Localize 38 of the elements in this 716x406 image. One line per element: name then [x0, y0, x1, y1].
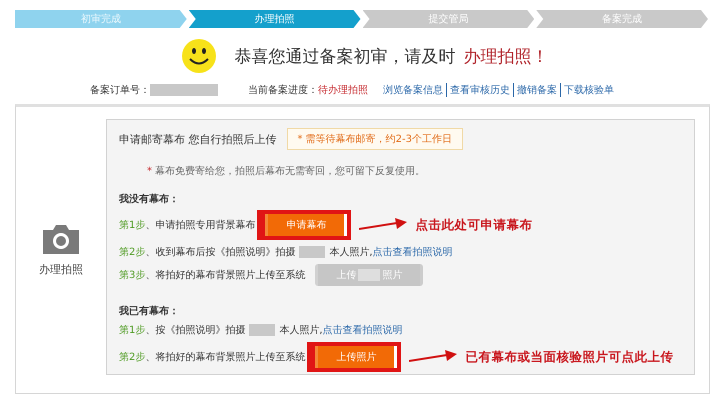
- action-link[interactable]: 撤销备案: [514, 83, 561, 97]
- order-label: 备案订单号：: [90, 84, 150, 97]
- upload-button[interactable]: 申请幕布: [265, 214, 348, 236]
- step-number: 第2步: [119, 246, 146, 259]
- panel-title: 申请邮寄幕布 您自行拍照后上传: [119, 132, 276, 146]
- step-text: 、按《拍照说明》拍摄: [145, 324, 246, 337]
- step-text: 、申请拍照专用背景幕布: [145, 218, 256, 232]
- step-number: 第2步: [119, 350, 146, 364]
- action-link[interactable]: 下载核验单: [561, 83, 617, 97]
- callout-text: 点击此处可申请幕布: [415, 216, 532, 234]
- step-number: 第1步: [119, 218, 146, 232]
- arrow-icon: [359, 218, 408, 232]
- step-number: 第1步: [119, 324, 146, 337]
- step-text: 、收到幕布后按《拍照说明》拍摄: [145, 246, 296, 259]
- step-text: 本人照片,: [329, 246, 373, 259]
- notice: * 需等待幕布邮寄，约2-3个工作日: [286, 128, 464, 150]
- progress-value: 待办理拍照: [318, 84, 368, 97]
- step-text: 、将拍好的幕布背景照片上传至系统: [145, 268, 306, 282]
- progress-step: 初审完成: [15, 10, 187, 28]
- upload-button[interactable]: 上传照片: [315, 346, 398, 368]
- headline: 恭喜您通过备案初审，请及时 办理拍照！: [234, 46, 548, 68]
- action-link[interactable]: 查看审核历史: [447, 83, 514, 97]
- callout-text: 已有幕布或当面核验照片可点此上传: [465, 348, 674, 366]
- progress-step: 办理拍照: [188, 10, 360, 28]
- progress-label: 当前备案进度：: [248, 84, 318, 97]
- instructions-link[interactable]: 点击查看拍照说明: [372, 245, 453, 259]
- section-heading: 我已有幕布：: [119, 304, 180, 318]
- note-mark: *: [147, 166, 152, 177]
- note-text: 幕布免费寄给您，拍照后幕布无需寄回，您可留下反复使用。: [155, 166, 426, 177]
- step-number: 第3步: [119, 268, 146, 282]
- section-heading: 我没有幕布：: [119, 192, 180, 206]
- action-link[interactable]: 浏览备案信息: [380, 83, 447, 97]
- side-label: 办理拍照: [39, 262, 83, 276]
- arrow-icon: [409, 350, 458, 364]
- step-text: 本人照片,: [279, 324, 323, 337]
- step-text: 、将拍好的幕布背景照片上传至系统: [145, 350, 306, 364]
- instructions-link[interactable]: 点击查看拍照说明: [322, 323, 403, 337]
- camera-icon: [41, 224, 81, 254]
